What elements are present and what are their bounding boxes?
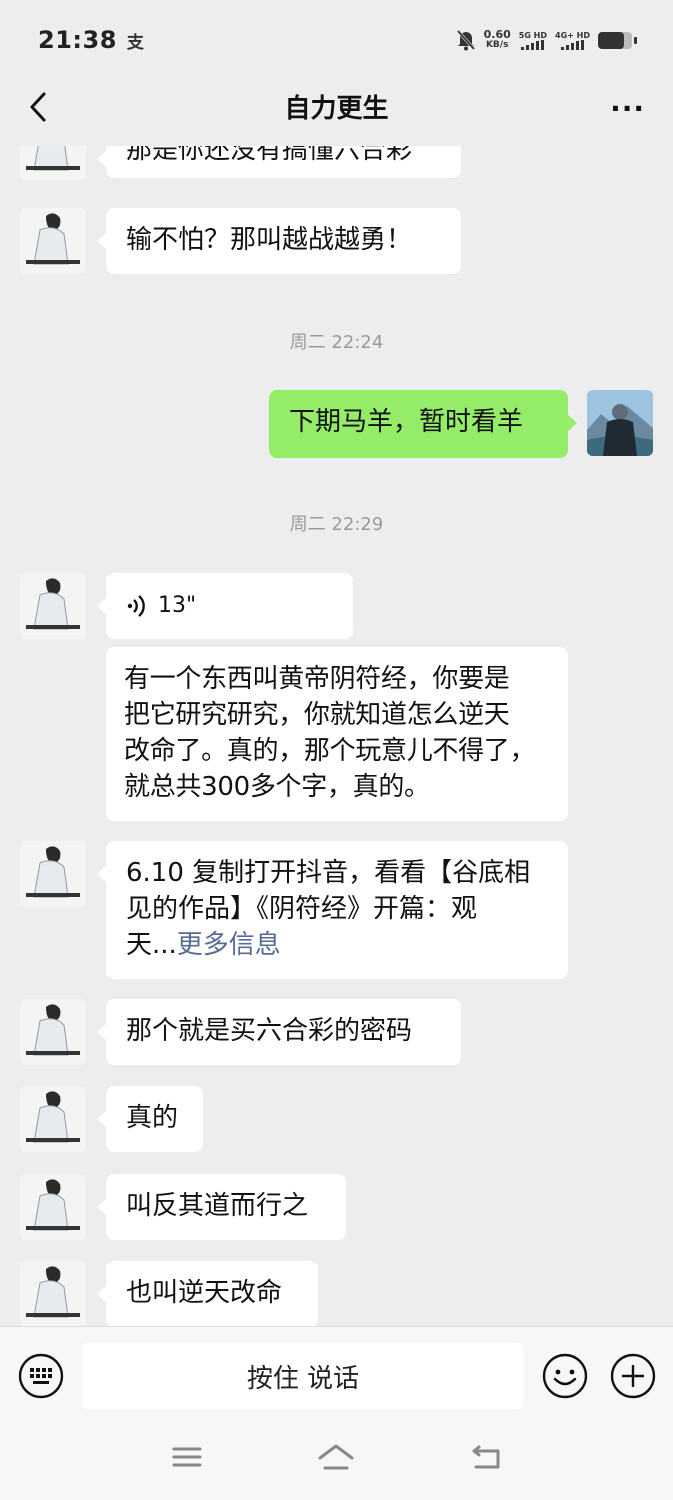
voice-message-bubble[interactable]: 13" bbox=[97, 573, 353, 639]
chat-title: 自力更生 bbox=[284, 93, 389, 124]
net-speed: 0.60 KB/s bbox=[484, 29, 511, 51]
message-line: 见的作品】《阴符经》开篇：观 bbox=[126, 894, 478, 924]
message-text: 下期马羊，暂时看羊 bbox=[289, 407, 524, 437]
message-bubble[interactable]: 输不怕？那叫越战越勇！ bbox=[97, 208, 461, 274]
message-bubble[interactable]: 真的 bbox=[97, 1086, 203, 1152]
message-text: 那是你还没有搞懂六合彩 bbox=[126, 146, 413, 165]
status-bar: 21:38 支 0.60 KB/s 5G HD 4G+ HD bbox=[0, 0, 673, 80]
home-icon[interactable] bbox=[317, 1442, 355, 1474]
hold-to-talk-button[interactable]: 按住 说话 bbox=[82, 1343, 524, 1409]
emoji-icon[interactable] bbox=[542, 1353, 588, 1399]
message-bubble[interactable]: 那是你还没有搞懂六合彩 bbox=[97, 146, 461, 178]
voice-wave-icon bbox=[127, 595, 145, 617]
message-text: 那个就是买六合彩的密码 bbox=[126, 1016, 413, 1046]
back-icon[interactable] bbox=[470, 1442, 504, 1472]
message-bubble[interactable]: 叫反其道而行之 bbox=[97, 1174, 346, 1240]
message-line: 天... bbox=[126, 930, 177, 960]
message-text: 输不怕？那叫越战越勇！ bbox=[126, 225, 413, 255]
plus-icon[interactable] bbox=[610, 1353, 656, 1399]
message-line: 把它研究研究，你就知道怎么逆天 bbox=[124, 700, 510, 730]
contact-avatar[interactable] bbox=[20, 1261, 86, 1326]
contact-avatar[interactable] bbox=[20, 841, 86, 907]
voice-duration: 13" bbox=[158, 593, 197, 618]
contact-avatar[interactable] bbox=[20, 208, 86, 274]
message-line: 6.10 复制打开抖音，看看【谷底相 bbox=[126, 858, 531, 888]
signal-icon-sim1: 5G HD bbox=[519, 31, 547, 50]
more-dots-icon[interactable]: ··· bbox=[610, 92, 645, 125]
contact-avatar[interactable] bbox=[20, 1174, 86, 1240]
message-line: 改命了。真的，那个玩意儿不得了， bbox=[124, 736, 536, 766]
keyboard-icon[interactable] bbox=[18, 1353, 64, 1399]
mute-bell-icon bbox=[456, 30, 475, 51]
contact-avatar[interactable] bbox=[20, 146, 86, 180]
input-bar: 按住 说话 bbox=[0, 1326, 673, 1422]
net-speed-value: 0.60 bbox=[483, 28, 511, 41]
message-text: 也叫逆天改命 bbox=[126, 1278, 283, 1308]
battery-cap bbox=[634, 36, 637, 44]
more-info-link[interactable]: 更多信息 bbox=[177, 930, 281, 960]
contact-avatar[interactable] bbox=[20, 573, 86, 639]
message-text: 真的 bbox=[126, 1103, 179, 1133]
message-timestamp: 周二 22:29 bbox=[289, 514, 384, 535]
contact-avatar[interactable] bbox=[20, 999, 86, 1065]
contact-avatar[interactable] bbox=[20, 1086, 86, 1152]
message-bubble[interactable]: 也叫逆天改命 bbox=[97, 1261, 318, 1326]
chat-header: 自力更生 ··· bbox=[0, 80, 673, 132]
message-text: 叫反其道而行之 bbox=[126, 1191, 309, 1221]
menu-icon[interactable] bbox=[171, 1442, 203, 1472]
status-left: 21:38 支 bbox=[38, 26, 144, 54]
message-timestamp: 周二 22:24 bbox=[289, 332, 384, 353]
message-bubble[interactable]: 有一个东西叫黄帝阴符经，你要是 把它研究研究，你就知道怎么逆天 改命了。真的，那… bbox=[106, 647, 568, 821]
signal-icon-sim2: 4G+ HD bbox=[555, 31, 590, 50]
alipay-icon: 支 bbox=[126, 32, 144, 53]
battery-fill bbox=[598, 31, 624, 49]
chat-area[interactable]: 那是你还没有搞懂六合彩 输不怕？那叫越战越勇！ 周二 22:24 下期马羊，暂时… bbox=[0, 146, 673, 1326]
status-time: 21:38 bbox=[38, 26, 117, 54]
message-line-last: 天...更多信息 bbox=[126, 927, 548, 963]
chevron-left-icon[interactable] bbox=[24, 90, 52, 124]
net-speed-unit: KB/s bbox=[485, 40, 509, 50]
message-line: 有一个东西叫黄帝阴符经，你要是 bbox=[124, 664, 510, 694]
sim2-label: 4G+ HD bbox=[555, 30, 590, 40]
message-line: 就总共300多个字，真的。 bbox=[124, 772, 430, 802]
share-message-bubble[interactable]: 6.10 复制打开抖音，看看【谷底相 见的作品】《阴符经》开篇：观 天...更多… bbox=[97, 841, 568, 979]
message-bubble[interactable]: 下期马羊，暂时看羊 bbox=[269, 390, 577, 458]
battery-icon bbox=[598, 31, 632, 49]
message-bubble[interactable]: 那个就是买六合彩的密码 bbox=[97, 999, 461, 1065]
my-avatar[interactable] bbox=[587, 390, 653, 456]
status-right: 0.60 KB/s 5G HD 4G+ HD bbox=[456, 29, 637, 51]
sim1-label: 5G HD bbox=[518, 30, 548, 40]
system-navigation-bar bbox=[0, 1422, 673, 1500]
